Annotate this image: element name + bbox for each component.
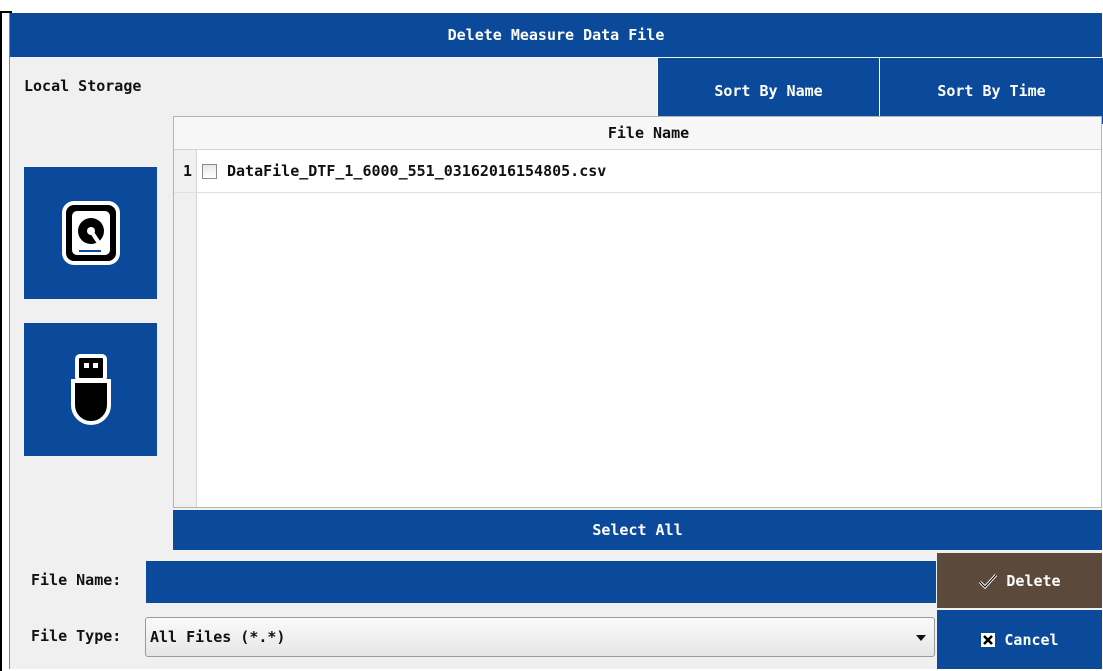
column-header-label: File Name bbox=[607, 124, 690, 142]
file-type-select[interactable]: All Files (*.*) bbox=[145, 617, 935, 657]
storage-label: Local Storage bbox=[24, 77, 142, 95]
file-name-input[interactable] bbox=[146, 561, 936, 603]
file-type-value: All Files (*.*) bbox=[150, 628, 286, 646]
window-edge-left bbox=[0, 11, 2, 671]
sort-by-name-button[interactable]: Sort By Name bbox=[657, 58, 879, 124]
file-name-cell: DataFile_DTF_1_6000_551_03162016154805.c… bbox=[227, 162, 607, 180]
checkmark-icon bbox=[978, 572, 998, 590]
usb-storage-button[interactable] bbox=[24, 323, 157, 456]
delete-button[interactable]: Delete bbox=[937, 553, 1102, 608]
dropdown-arrow-icon bbox=[916, 635, 926, 641]
disk-icon bbox=[61, 200, 121, 266]
table-row[interactable]: 1 DataFile_DTF_1_6000_551_03162016154805… bbox=[174, 150, 1101, 193]
file-name-label: File Name: bbox=[31, 571, 122, 589]
delete-label: Delete bbox=[1006, 571, 1061, 590]
file-name-column-header[interactable]: File Name bbox=[174, 117, 1101, 150]
dialog-title: Delete Measure Data File bbox=[10, 13, 1102, 57]
row-number: 1 bbox=[182, 162, 192, 180]
row-checkbox[interactable] bbox=[202, 163, 217, 179]
usb-drive-icon bbox=[69, 353, 113, 427]
cancel-label: Cancel bbox=[1004, 630, 1059, 649]
select-all-button[interactable]: Select All bbox=[173, 510, 1102, 550]
sort-by-time-button[interactable]: Sort By Time bbox=[879, 58, 1103, 124]
file-type-label: File Type: bbox=[31, 627, 122, 645]
local-storage-button[interactable] bbox=[24, 167, 157, 299]
close-icon bbox=[980, 632, 996, 648]
delete-file-dialog: Delete Measure Data File Local Storage S… bbox=[9, 13, 1103, 669]
file-list-table: File Name 1 DataFile_DTF_1_6000_551_0316… bbox=[173, 116, 1102, 508]
cancel-button[interactable]: Cancel bbox=[937, 610, 1102, 669]
